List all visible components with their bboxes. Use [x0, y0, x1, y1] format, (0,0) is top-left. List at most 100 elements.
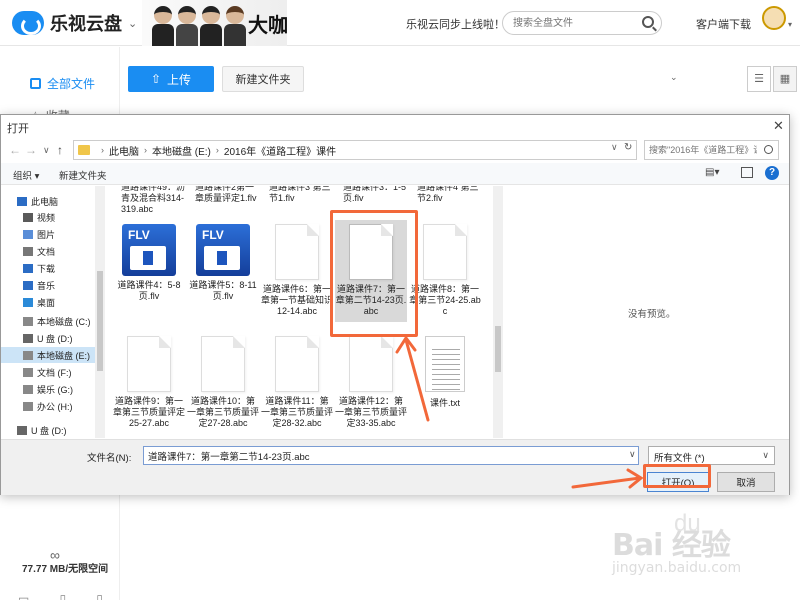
file-item[interactable]: 道路课件8：第一章第三节24-25.abc	[409, 220, 481, 322]
tree-item[interactable]: U 盘 (D:)	[1, 422, 95, 438]
chevron-down-icon[interactable]: ∨	[629, 449, 636, 460]
preview-pane-icon[interactable]	[741, 167, 753, 178]
music-icon	[23, 280, 33, 290]
address-bar-row: ← → ∨ ↑ › 此电脑 › 本地磁盘 (E:) › 2016年《道路工程》课…	[1, 138, 789, 162]
file-item[interactable]: 课件.txt	[409, 332, 481, 434]
file-label-partial[interactable]: 道路课件2第一章质量评定1.flv	[187, 186, 259, 204]
tree-item[interactable]: 本地磁盘 (C:)	[1, 313, 95, 329]
cancel-button[interactable]: 取消	[717, 472, 775, 492]
client-download-link[interactable]: 客户端下载	[696, 16, 751, 32]
global-search-input[interactable]	[503, 12, 633, 34]
filetype-select[interactable]: 所有文件 (*) ∨	[648, 446, 775, 465]
blank-file-icon	[275, 336, 319, 392]
file-list-icon	[30, 78, 41, 89]
file-item[interactable]: 道路课件12：第一章第三节质量评定33-35.abc	[335, 332, 407, 434]
address-dropdown-icon[interactable]: ∨	[611, 142, 618, 153]
close-icon[interactable]: ✕	[773, 118, 784, 134]
drive-icon	[23, 316, 33, 326]
app-header: 乐视云盘 ⌄ 大咖 乐视云同步上线啦！ 客户端下载 ▾	[0, 0, 800, 46]
paw-logo-icon: du	[674, 510, 701, 537]
up-arrow-icon[interactable]: ↑	[57, 143, 63, 157]
global-search[interactable]	[502, 11, 662, 35]
usb-drive-icon	[17, 425, 27, 435]
tree-item[interactable]: 文档 (F:)	[1, 364, 95, 380]
main-toolbar: ⇧ 上传 新建文件夹 ⌄ ☰ ▦	[128, 66, 800, 92]
tree-item[interactable]: 下载	[1, 260, 95, 276]
computer-icon	[17, 196, 27, 206]
tree-item[interactable]: 娱乐 (G:)	[1, 381, 95, 397]
filename-input[interactable]	[143, 446, 639, 465]
file-item[interactable]: 道路课件11：第一章第三节质量评定28-32.abc	[261, 332, 333, 434]
file-label-partial[interactable]: 道路课件3 第三节1.flv	[261, 186, 333, 204]
new-folder-button[interactable]: 新建文件夹	[222, 66, 304, 92]
tree-item-label: 文档	[37, 246, 56, 257]
tree-item[interactable]: 音乐	[1, 277, 95, 293]
file-item[interactable]: 道路课件9：第一章第三节质量评定25-27.abc	[113, 332, 185, 434]
dialog-titlebar[interactable]: 打开 ✕	[1, 115, 789, 137]
tree-item[interactable]: 此电脑	[1, 193, 95, 209]
tree-item[interactable]: 视频	[1, 209, 95, 225]
dialog-title: 打开	[7, 123, 29, 135]
search-icon[interactable]	[642, 16, 654, 28]
file-list-scrollbar[interactable]	[493, 186, 503, 438]
file-item[interactable]: FLV 道路课件4：5-8页.flv	[113, 220, 185, 322]
upload-button[interactable]: ⇧ 上传	[128, 66, 214, 92]
chevron-down-icon[interactable]: ⌄	[670, 72, 678, 83]
chevron-right-icon[interactable]: ›	[216, 145, 219, 155]
address-box[interactable]: › 此电脑 › 本地磁盘 (E:) › 2016年《道路工程》课件	[73, 140, 637, 160]
file-label-partial[interactable]: 道路课件3：1-5页.flv	[335, 186, 407, 204]
breadcrumb-drive-e[interactable]: 本地磁盘 (E:)	[152, 143, 211, 158]
organize-menu[interactable]: 组织 ▾	[13, 168, 39, 182]
grid-view-icon[interactable]: ▦	[773, 66, 797, 92]
file-name: 课件.txt	[429, 398, 460, 408]
tree-item[interactable]: 图片	[1, 226, 95, 242]
desktop-icon	[23, 297, 33, 307]
app-logo[interactable]: 乐视云盘 ⌄	[12, 10, 137, 36]
breadcrumb-this-pc[interactable]: 此电脑	[109, 143, 139, 158]
chevron-right-icon[interactable]: ›	[101, 145, 104, 155]
file-name: 道路课件4：5-8页.flv	[117, 280, 181, 301]
file-item[interactable]: 道路课件10：第一章第三节质量评定27-28.abc	[187, 332, 259, 434]
tree-item[interactable]: 本地磁盘 (E:)	[1, 347, 95, 363]
list-view-icon[interactable]: ☰	[747, 66, 771, 92]
navigation-tree: 此电脑 视频 图片 文档 下载 音乐 桌面 本地磁盘 (C:) U 盘 (D:) 本地磁盘 (E:…	[1, 186, 105, 438]
tree-scrollbar[interactable]	[95, 186, 105, 438]
tree-item[interactable]: 办公 (H:)	[1, 398, 95, 414]
file-label-partial[interactable]: 道路课件49：沥青及混合料314-319.abc	[113, 186, 185, 215]
chevron-right-icon[interactable]: ›	[144, 145, 147, 155]
back-arrow-icon[interactable]: ←	[9, 143, 21, 157]
folder-search-input[interactable]	[645, 141, 757, 159]
file-item[interactable]: FLV 道路课件5：8-11页.flv	[187, 220, 259, 322]
watermark-brand: Bai 经验	[612, 528, 731, 563]
phone-icon[interactable]: ▯	[60, 592, 67, 600]
tree-item-label: 本地磁盘 (E:)	[37, 350, 90, 361]
new-folder-command[interactable]: 新建文件夹	[59, 168, 107, 182]
sidebar-item-all-files[interactable]: 全部文件	[30, 75, 95, 92]
recent-locations-chevron-icon[interactable]: ∨	[43, 145, 50, 156]
tree-item[interactable]: U 盘 (D:)	[1, 330, 95, 346]
sidebar-bottom-icons: ▭ ▯ ▯	[18, 592, 103, 600]
scroll-thumb[interactable]	[495, 326, 501, 372]
tablet-icon[interactable]: ▯	[96, 592, 103, 600]
user-avatar[interactable]: ▾	[760, 6, 792, 36]
computer-icon[interactable]: ▭	[18, 592, 29, 600]
tree-item[interactable]: 桌面	[1, 294, 95, 310]
file-label-partial[interactable]: 道路课件4 第三节2.flv	[409, 186, 481, 204]
chevron-down-icon[interactable]: ▾	[788, 20, 792, 29]
file-item[interactable]: 道路课件6：第一章第一节基础知识12-14.abc	[261, 220, 333, 322]
tree-item[interactable]: 文档	[1, 243, 95, 259]
sync-notice-link[interactable]: 乐视云同步上线啦！	[406, 16, 505, 32]
help-icon[interactable]: ?	[765, 166, 779, 180]
tree-item-label: 桌面	[37, 297, 56, 308]
folder-search[interactable]	[644, 140, 779, 160]
scroll-thumb[interactable]	[97, 271, 103, 371]
banner-title[interactable]: 大咖	[248, 9, 288, 38]
banner-person-image	[224, 6, 246, 46]
avatar-image	[762, 6, 786, 30]
view-options-icon[interactable]: ▤▾	[705, 167, 719, 178]
chevron-down-icon[interactable]: ⌄	[128, 17, 137, 30]
forward-arrow-icon[interactable]: →	[25, 143, 37, 157]
search-icon[interactable]	[764, 145, 773, 154]
refresh-icon[interactable]: ↻	[624, 142, 632, 153]
breadcrumb-current-folder[interactable]: 2016年《道路工程》课件	[224, 143, 336, 158]
